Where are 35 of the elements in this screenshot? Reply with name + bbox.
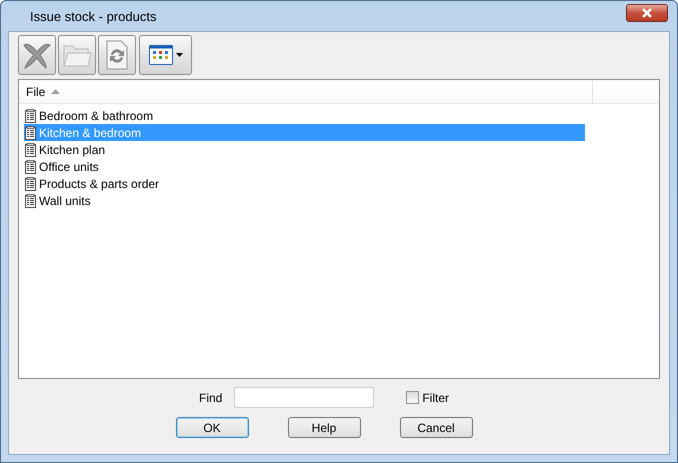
filter-checkbox[interactable]: Filter [406,390,449,404]
view-menu-button[interactable] [139,35,192,75]
file-name: Products & parts order [39,176,160,190]
file-name: Wall units [39,194,91,208]
file-name: Bedroom & bathroom [39,108,154,122]
dialog-button[interactable]: OK [176,417,248,438]
document-list-icon [24,194,37,208]
file-item[interactable]: Kitchen plan [24,141,585,158]
find-label: Find [198,390,222,404]
file-name: Kitchen plan [39,142,106,156]
document-list-icon [24,108,37,122]
document-list-icon [24,126,37,140]
grid-view-icon [148,45,172,65]
file-name: Kitchen & bedroom [39,126,142,140]
file-item[interactable]: Bedroom & bathroom [24,107,585,124]
dialog-button[interactable]: Help [288,417,360,438]
find-field[interactable] [234,387,374,408]
delete-button[interactable] [18,35,56,75]
window-title: Issue stock - products [30,8,156,24]
dialog-button[interactable]: Cancel [400,417,472,438]
document-list-icon [24,176,37,190]
refresh-button[interactable] [98,35,136,75]
close-button[interactable] [626,4,668,22]
filter-label: Filter [422,390,449,404]
caret-icon [176,53,182,57]
document-list-icon [24,160,37,174]
file-name: Office units [39,160,99,174]
open-folder-button[interactable] [58,35,96,75]
file-item[interactable]: Wall units [24,192,585,209]
file-item[interactable]: Products & parts order [24,175,585,192]
document-list-icon [24,142,37,156]
file-item[interactable]: Office units [24,158,585,175]
close-icon [641,8,653,18]
checkbox-square[interactable] [406,391,420,404]
column-title: File [26,84,46,98]
